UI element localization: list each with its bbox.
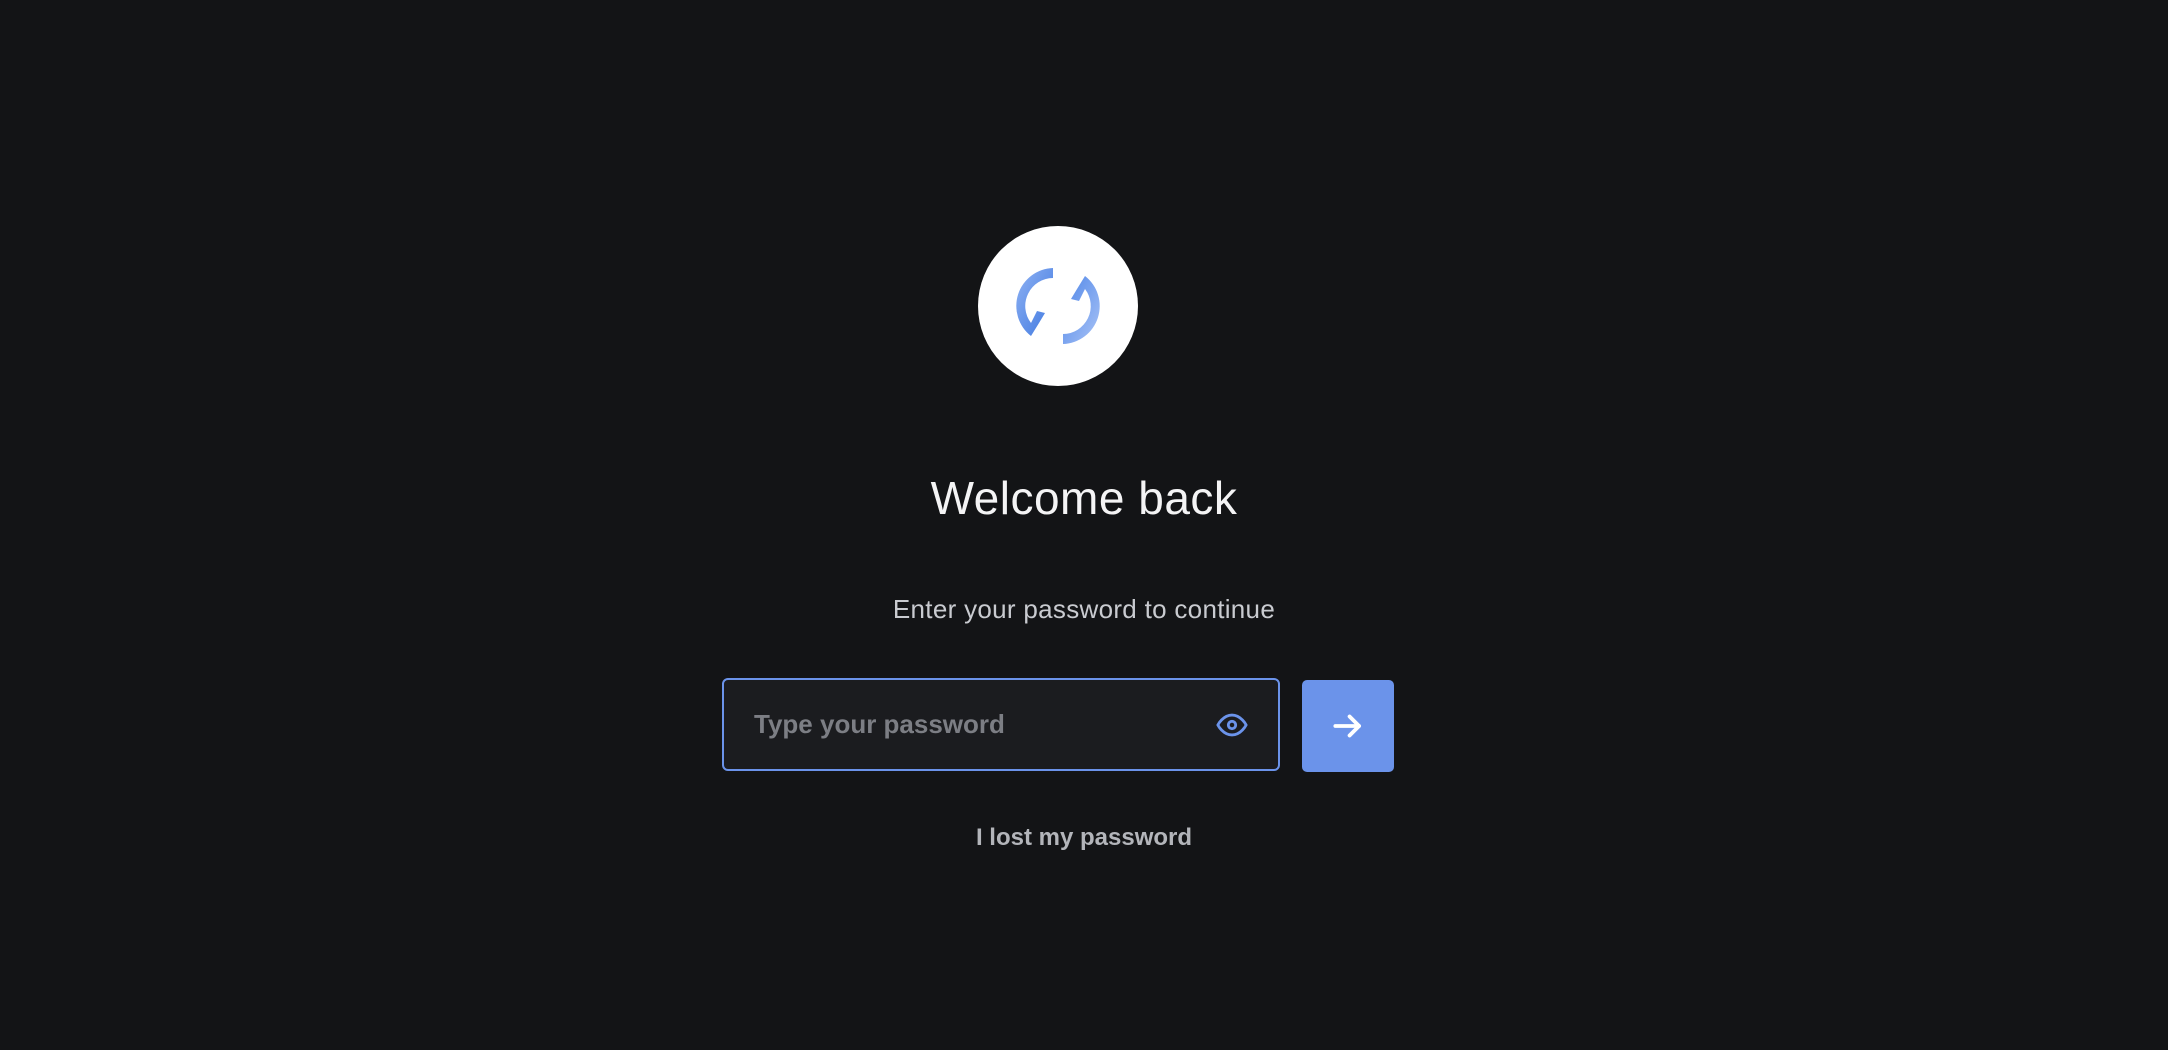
app-logo	[978, 226, 1138, 386]
page-subtitle: Enter your password to continue	[892, 594, 1276, 624]
password-input[interactable]	[724, 680, 1210, 769]
sync-logo-icon	[1016, 268, 1100, 344]
show-password-toggle[interactable]	[1210, 703, 1254, 747]
lost-password-link[interactable]: I lost my password	[976, 824, 1192, 851]
password-field[interactable]	[722, 678, 1280, 771]
eye-icon	[1216, 713, 1248, 736]
submit-button[interactable]	[1302, 680, 1394, 772]
login-page: Welcome back Enter your password to cont…	[0, 0, 2168, 1050]
arrow-right-icon	[1333, 714, 1361, 738]
lost-password-link-container: I lost my password	[0, 822, 2168, 854]
page-title: Welcome back	[930, 472, 1238, 524]
